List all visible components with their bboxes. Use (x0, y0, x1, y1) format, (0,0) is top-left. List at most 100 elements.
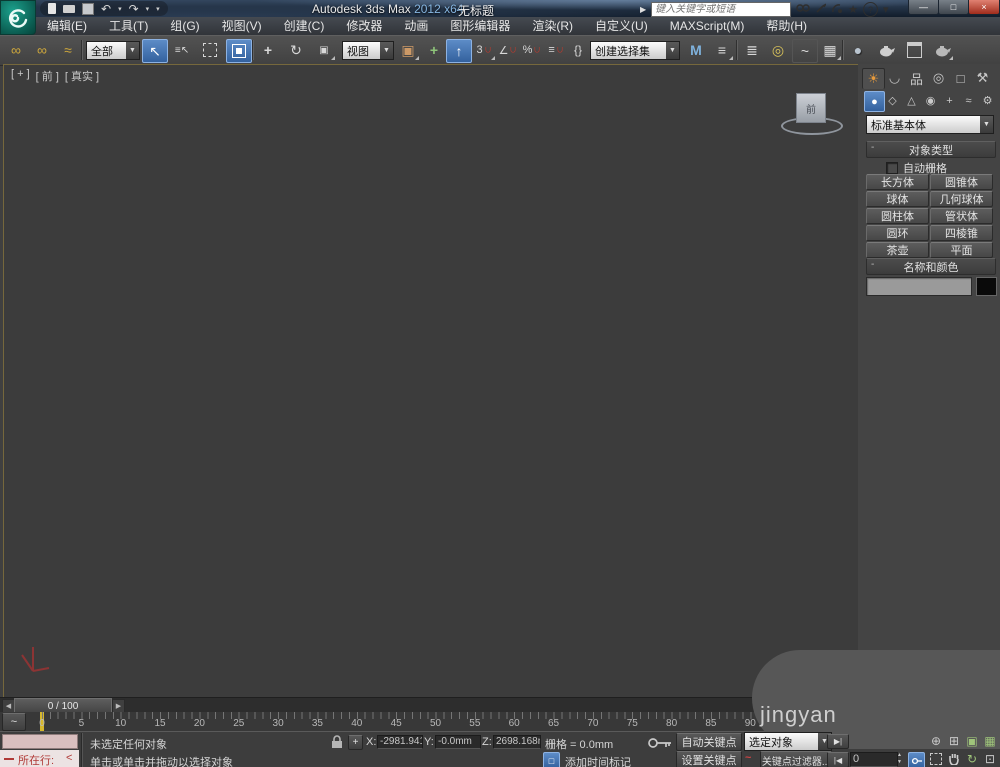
infocenter-expand-icon[interactable]: ▶ (640, 5, 646, 14)
menu-item[interactable]: 自定义(U) (584, 17, 659, 35)
isolate-selection-toggle[interactable]: □ (543, 752, 560, 767)
dropdown-arrow-icon[interactable]: ▼ (666, 42, 679, 59)
object-type-button[interactable]: 四棱锥 (930, 225, 993, 241)
undo-flyout-caret[interactable]: ▾ (118, 1, 122, 16)
go-to-end-button[interactable]: ▶| (827, 734, 849, 749)
percent-snap-toggle[interactable]: % ∩ (520, 39, 544, 61)
rendered-frame-window-button[interactable] (902, 39, 926, 61)
keyboard-shortcut-override-toggle[interactable]: ↑ (446, 39, 472, 63)
category-cameras[interactable]: ◉ (921, 91, 940, 110)
tab-utilities[interactable]: ⚒ (972, 68, 993, 88)
current-frame-field[interactable]: 0 (850, 752, 898, 767)
menu-item[interactable]: MAXScript(M) (659, 17, 756, 35)
qat-customize-caret[interactable]: ▾ (156, 1, 160, 16)
tab-create[interactable]: ☀ (862, 68, 885, 89)
object-type-button[interactable]: 平面 (930, 242, 993, 258)
light-lister-button[interactable]: ◎ (766, 39, 790, 61)
align-button[interactable]: ≡ (710, 39, 734, 61)
viewport-shading-menu[interactable]: [ 真实 ] (65, 68, 99, 84)
dropdown-arrow-icon[interactable]: ▼ (126, 42, 139, 59)
render-setup-button[interactable] (874, 39, 898, 61)
satellite-dish-icon[interactable] (831, 3, 843, 17)
tab-motion[interactable]: ◎ (928, 68, 949, 88)
absolute-transform-toggle[interactable]: + (348, 735, 363, 750)
named-selection-set-dropdown[interactable]: 创建选择集 ▼ (590, 41, 680, 60)
maxscript-mini-listener[interactable]: 所在行: < (0, 750, 79, 767)
object-type-button[interactable]: 球体 (866, 191, 929, 207)
select-and-move-button[interactable]: + (256, 39, 280, 61)
close-button[interactable]: × (968, 0, 1000, 15)
object-type-button[interactable]: 圆柱体 (866, 208, 929, 224)
schematic-view-button[interactable]: ▦ (818, 39, 842, 61)
spinner-up-icon[interactable]: ▲ (897, 752, 902, 759)
save-file-button[interactable] (82, 1, 94, 16)
tab-hierarchy[interactable]: 品 (906, 68, 927, 88)
category-space-warps[interactable]: ≈ (959, 91, 978, 110)
category-shapes[interactable]: ◇ (883, 91, 902, 110)
menu-item[interactable]: 修改器 (335, 17, 393, 35)
minimize-button[interactable]: — (908, 0, 939, 15)
spinner-snap-toggle[interactable]: ≡ ∩ (544, 39, 568, 61)
tab-display[interactable]: □ (950, 68, 971, 88)
favorites-star-icon[interactable]: ★ (848, 3, 858, 16)
select-and-link-icon[interactable]: ∞ (4, 39, 28, 61)
reference-coordinate-dropdown[interactable]: 视图 ▼ (342, 41, 394, 60)
selection-lock-toggle[interactable] (331, 735, 343, 751)
category-geometry[interactable]: ● (864, 91, 885, 112)
add-time-tag[interactable]: 添加时间标记 (565, 754, 631, 767)
orbit-button[interactable]: ↻ (964, 751, 980, 766)
application-menu-button[interactable] (0, 0, 36, 35)
dropdown-arrow-icon[interactable]: ▼ (980, 116, 993, 133)
redo-flyout-caret[interactable]: ▾ (146, 1, 150, 16)
menu-item[interactable]: 动画 (393, 17, 439, 35)
dropdown-arrow-icon[interactable]: ▼ (380, 42, 393, 59)
edit-named-selection-sets-button[interactable]: {} (566, 39, 590, 61)
communication-wrench-icon[interactable] (815, 2, 828, 17)
select-object-button[interactable]: ↖ (142, 39, 168, 63)
select-and-scale-button[interactable]: ▣ (312, 39, 336, 61)
open-file-button[interactable] (63, 1, 75, 16)
rectangular-selection-region-button[interactable] (198, 39, 222, 61)
auto-key-button[interactable]: 自动关键点 (676, 733, 742, 751)
zoom-extents-button[interactable]: ▣ (964, 733, 980, 748)
material-editor-button[interactable]: ● (846, 39, 870, 61)
object-type-button[interactable]: 圆锥体 (930, 174, 993, 190)
menu-item[interactable]: 创建(C) (273, 17, 336, 35)
frame-spinner[interactable]: ▲ ▼ (897, 752, 902, 766)
menu-item[interactable]: 图形编辑器 (439, 17, 521, 35)
x-coordinate-field[interactable]: -2981.941m (377, 735, 423, 749)
key-mode-toggle[interactable] (908, 752, 925, 767)
bind-to-space-warp-icon[interactable]: ≈ (56, 39, 80, 61)
undo-button[interactable]: ↶ (101, 1, 111, 16)
selection-filter-dropdown[interactable]: 全部 ▼ (86, 41, 140, 60)
window-crossing-toggle[interactable] (226, 39, 252, 63)
zoom-all-button[interactable]: ⊞ (946, 733, 962, 748)
pan-view-button[interactable] (946, 751, 962, 766)
zoom-extents-all-button[interactable]: ▦ (982, 733, 998, 748)
menu-item[interactable]: 渲染(R) (521, 17, 584, 35)
category-systems[interactable]: ⚙ (978, 91, 997, 110)
tab-modify[interactable]: ◡ (884, 68, 905, 88)
primitive-category-dropdown[interactable]: 标准基本体 ▼ (866, 115, 994, 134)
category-helpers[interactable]: + (940, 91, 959, 110)
redo-button[interactable]: ↷ (129, 1, 139, 16)
autogrid-checkbox[interactable] (886, 162, 898, 174)
viewport-general-menu[interactable]: [ + ] (11, 68, 30, 84)
search-binoculars-icon[interactable] (796, 3, 810, 16)
angle-snap-toggle[interactable]: ∠ ∩ (496, 39, 520, 61)
viewcube-front-face[interactable]: 前 (796, 93, 826, 123)
help-flyout-caret[interactable]: ▾ (883, 3, 889, 16)
help-icon[interactable]: ? (863, 2, 879, 17)
object-type-button[interactable]: 管状体 (930, 208, 993, 224)
set-key-button[interactable]: 设置关键点 (676, 751, 742, 767)
object-name-input[interactable] (866, 277, 972, 296)
key-filter-curve-icon[interactable]: ~ (745, 752, 751, 764)
zoom-button[interactable]: ⊕ (928, 733, 944, 748)
manage-layers-button[interactable]: ≣ (740, 39, 764, 61)
spinner-down-icon[interactable]: ▼ (897, 759, 902, 766)
menu-item[interactable]: 视图(V) (211, 17, 273, 35)
new-file-button[interactable] (48, 1, 56, 16)
maximize-button[interactable]: □ (938, 0, 969, 15)
y-coordinate-field[interactable]: -0.0mm (435, 735, 481, 749)
select-and-manipulate-button[interactable]: + (422, 39, 446, 61)
